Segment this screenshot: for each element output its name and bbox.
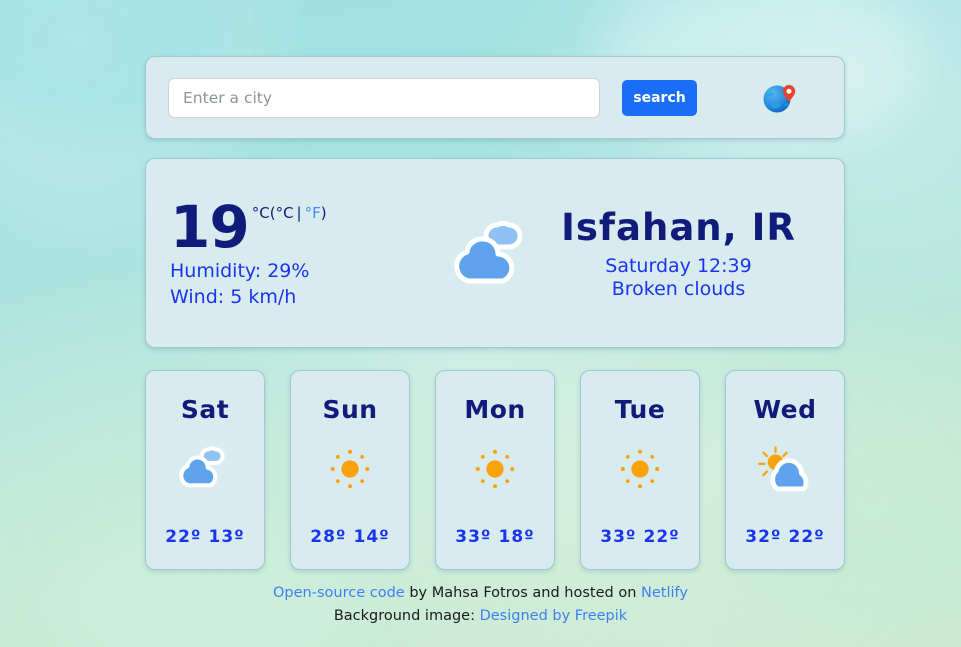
footer-line-2: Background image: Designed by Freepik	[0, 605, 961, 628]
forecast-low: 22º	[643, 527, 680, 547]
forecast-day-label: Tue	[614, 395, 666, 424]
forecast-temps: 33º 18º	[436, 527, 554, 547]
forecast-low: 14º	[353, 527, 390, 547]
netlify-link[interactable]: Netlify	[641, 585, 688, 601]
forecast-icon-wrap	[726, 443, 844, 495]
forecast-high: 32º	[745, 527, 782, 547]
forecast-day-label: Sat	[180, 395, 230, 424]
forecast-temps: 33º 22º	[581, 527, 699, 547]
forecast-card-sun: Sun 28º 14º	[290, 370, 410, 570]
current-left-block: 19 °C(°C | °F) Humidity: 29% Wind: 5 km/h	[170, 198, 453, 308]
current-temperature: 19	[170, 193, 250, 261]
current-weather-row: 19 °C(°C | °F) Humidity: 29% Wind: 5 km/h	[146, 159, 844, 347]
footer-author-text: by Mahsa Fotros and hosted on	[404, 585, 642, 601]
open-source-code-link[interactable]: Open-source code	[273, 585, 405, 601]
city-name: Isfahan, IR	[561, 206, 796, 249]
search-button[interactable]: search	[622, 79, 697, 116]
unit-toggle-group: °C(°C | °F)	[252, 206, 327, 221]
forecast-low: 13º	[208, 527, 245, 547]
forecast-high: 22º	[165, 527, 202, 547]
cloudy-icon	[454, 220, 523, 284]
forecast-card-tue: Tue 33º 22º	[580, 370, 700, 570]
unit-separator: |	[296, 204, 302, 222]
search-input[interactable]	[168, 77, 600, 118]
forecast-icon-wrap	[436, 443, 554, 495]
current-weather-panel: 19 °C(°C | °F) Humidity: 29% Wind: 5 km/h	[145, 158, 845, 348]
footer: Open-source code by Mahsa Fotros and hos…	[0, 582, 961, 629]
temperature-line: 19 °C(°C | °F)	[170, 198, 453, 256]
forecast-card-wed: Wed 32º 22º	[725, 370, 845, 570]
forecast-high: 28º	[310, 527, 347, 547]
current-right-block: Isfahan, IR Saturday 12:39 Broken clouds	[537, 206, 820, 300]
sun-icon	[475, 449, 515, 489]
globe-pin-icon	[763, 84, 796, 112]
sun-icon	[330, 449, 370, 489]
weather-condition: Broken clouds	[611, 278, 746, 300]
sun-behind-cloud-icon	[758, 446, 809, 492]
forecast-low: 18º	[498, 527, 535, 547]
forecast-temps: 32º 22º	[726, 527, 844, 547]
forecast-temps: 28º 14º	[291, 527, 409, 547]
wind-value: Wind: 5 km/h	[170, 286, 297, 308]
forecast-icon-wrap	[146, 443, 264, 495]
freepik-link[interactable]: Designed by Freepik	[480, 608, 628, 624]
celsius-link[interactable]: °C	[276, 204, 294, 222]
forecast-day-label: Wed	[753, 395, 817, 424]
forecast-card-mon: Mon 33º 18º	[435, 370, 555, 570]
forecast-low: 22º	[788, 527, 825, 547]
forecast-high: 33º	[600, 527, 637, 547]
forecast-high: 33º	[455, 527, 492, 547]
current-weather-icon-wrap	[453, 213, 537, 293]
footer-line-1: Open-source code by Mahsa Fotros and hos…	[0, 582, 961, 605]
date-time: Saturday 12:39	[605, 255, 752, 277]
forecast-temps: 22º 13º	[146, 527, 264, 547]
forecast-icon-wrap	[581, 443, 699, 495]
weather-app: search	[0, 0, 961, 647]
forecast-row: Sat 22º 13º Sun 28º 14º Mon 33º 18º Tue …	[145, 370, 845, 570]
search-row: search	[146, 57, 844, 138]
cloudy-icon	[179, 446, 225, 488]
forecast-icon-wrap	[291, 443, 409, 495]
temperature-unit-symbol: °C	[251, 204, 270, 222]
search-panel: search	[145, 56, 845, 139]
sun-icon	[620, 449, 660, 489]
humidity-value: Humidity: 29%	[170, 260, 310, 282]
forecast-day-label: Mon	[464, 395, 526, 424]
current-location-button[interactable]	[759, 79, 797, 117]
background-image-label: Background image:	[333, 608, 480, 625]
forecast-card-sat: Sat 22º 13º	[145, 370, 265, 570]
fahrenheit-link[interactable]: °F	[305, 204, 321, 222]
unit-paren-close: )	[320, 204, 327, 222]
forecast-day-label: Sun	[322, 395, 378, 424]
